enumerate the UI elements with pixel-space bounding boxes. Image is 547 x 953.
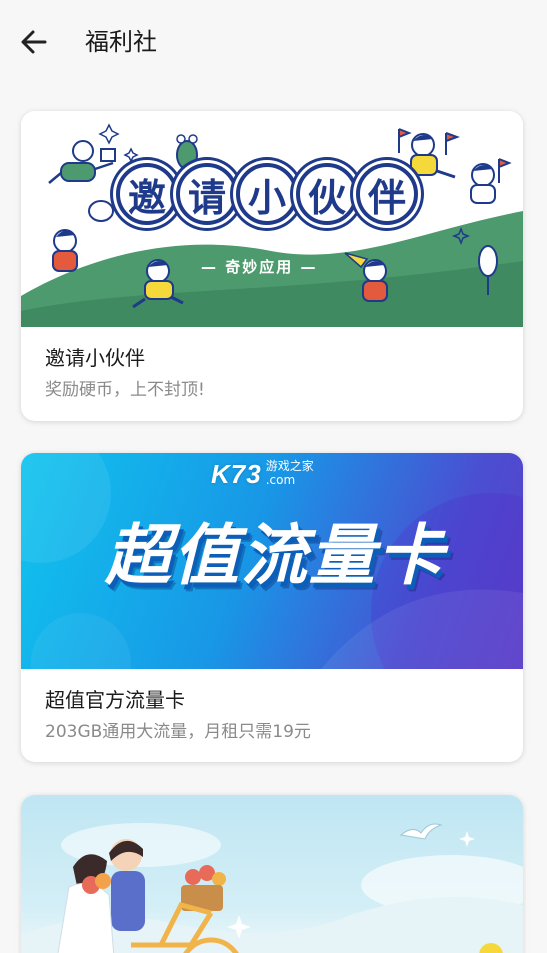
watermark-main: K73 — [211, 459, 262, 489]
headline-char: 伙 — [296, 163, 358, 225]
data-card-banner: K73 游戏之家 .com 超值流量卡 — [21, 453, 523, 669]
bicycle-banner — [21, 795, 523, 953]
card-subtitle: 奖励硬币，上不封顶! — [45, 380, 205, 400]
arrow-left-icon — [21, 30, 47, 54]
headline-char: 伴 — [356, 163, 418, 225]
app-header: 福利社 — [0, 0, 547, 84]
card-title: 超值官方流量卡 — [45, 688, 185, 712]
back-button[interactable] — [14, 24, 54, 60]
watermark-en: .com — [265, 473, 296, 487]
data-card-headline: 超值流量卡 — [105, 517, 445, 594]
headline-char: 小 — [236, 163, 298, 225]
page-title: 福利社 — [85, 28, 157, 56]
card-title: 邀请小伙伴 — [45, 346, 145, 370]
headline-char: 邀 — [116, 163, 178, 225]
headline-char: 请 — [176, 163, 238, 225]
bicycle-promo-card[interactable] — [21, 795, 523, 953]
watermark-logo: K73 游戏之家 .com — [211, 459, 314, 490]
watermark-cn: 游戏之家 — [265, 459, 314, 473]
data-card-offer-card[interactable]: K73 游戏之家 .com 超值流量卡 超值官方流量卡 203GB通用大流量，月… — [21, 453, 523, 762]
invite-friends-card[interactable]: 邀 请 小 伙 伴 — 奇妙应用 — 邀请小伙伴 奖励硬币，上不封顶! — [21, 111, 523, 421]
invite-headline: 邀 请 小 伙 伴 — [116, 163, 418, 245]
couple-bicycle-illustration — [21, 823, 523, 953]
card-subtitle: 203GB通用大流量，月租只需19元 — [45, 722, 311, 742]
invite-tagline: — 奇妙应用 — — [201, 258, 318, 276]
invite-banner: 邀 请 小 伙 伴 — 奇妙应用 — — [21, 111, 523, 327]
